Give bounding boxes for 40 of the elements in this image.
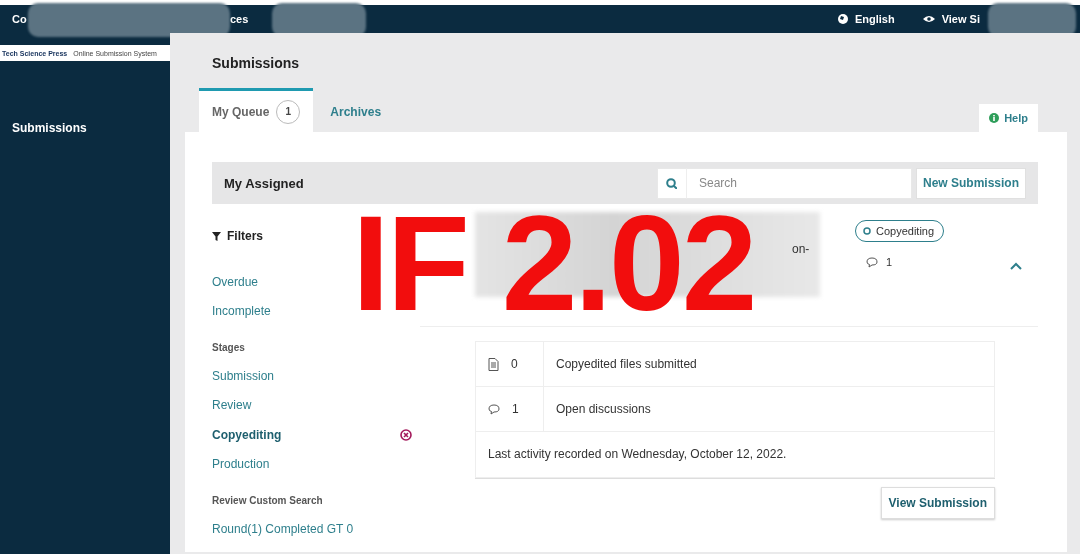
detail-count: 0	[511, 357, 518, 371]
speech-bubble-icon	[488, 403, 500, 415]
filter-link[interactable]: Production	[212, 457, 270, 472]
remove-icon[interactable]	[400, 428, 412, 441]
document-icon	[488, 357, 499, 371]
chevron-up-icon[interactable]	[1010, 262, 1022, 271]
tab[interactable]: My Queue 1	[199, 88, 314, 132]
search-field[interactable]: Search	[686, 167, 912, 199]
detail-count: 1	[512, 402, 519, 416]
filter-link[interactable]: Round(1) Completed GT 0	[212, 521, 354, 536]
info-icon	[989, 113, 1000, 123]
last-activity-text: Last activity recorded on Wednesday, October 12, 2022.	[476, 431, 994, 477]
list-title: My Assigned	[224, 175, 304, 191]
speech-bubble-icon	[866, 256, 878, 268]
filter-group-heading: Review Custom Search	[212, 495, 324, 506]
menu-link[interactable]: ces	[230, 13, 249, 25]
discussion-count: 1	[866, 256, 893, 268]
globe-icon	[837, 14, 848, 24]
help-button[interactable]: Help	[979, 104, 1038, 132]
sidebar-item[interactable]: Submissions	[12, 121, 170, 135]
view-site-link[interactable]: View Si	[922, 13, 980, 25]
filter-link[interactable]: Incomplete	[212, 304, 271, 319]
funnel-icon	[212, 231, 221, 241]
new-submission-button[interactable]: New Submission	[915, 167, 1026, 199]
filter-link[interactable]: Copyediting	[212, 427, 282, 442]
page-title: Submissions	[212, 55, 300, 71]
tab[interactable]: Archives	[317, 88, 395, 132]
detail-label: Open discussions	[555, 402, 651, 416]
detail-label: Copyedited files submitted	[555, 357, 697, 371]
eye-icon	[922, 15, 935, 23]
filter-link[interactable]: Review	[212, 398, 252, 413]
search-icon	[666, 177, 678, 189]
filter-link[interactable]: Submission	[212, 368, 275, 383]
language-menu[interactable]: English	[837, 13, 895, 25]
menu-link[interactable]: Co	[12, 13, 27, 25]
submission-title: on-	[792, 242, 810, 256]
filter-link[interactable]: Overdue	[212, 274, 259, 289]
ring-icon	[863, 227, 871, 235]
view-submission-button[interactable]: View Submission	[880, 487, 995, 519]
filter-group-heading: Stages	[212, 342, 246, 353]
